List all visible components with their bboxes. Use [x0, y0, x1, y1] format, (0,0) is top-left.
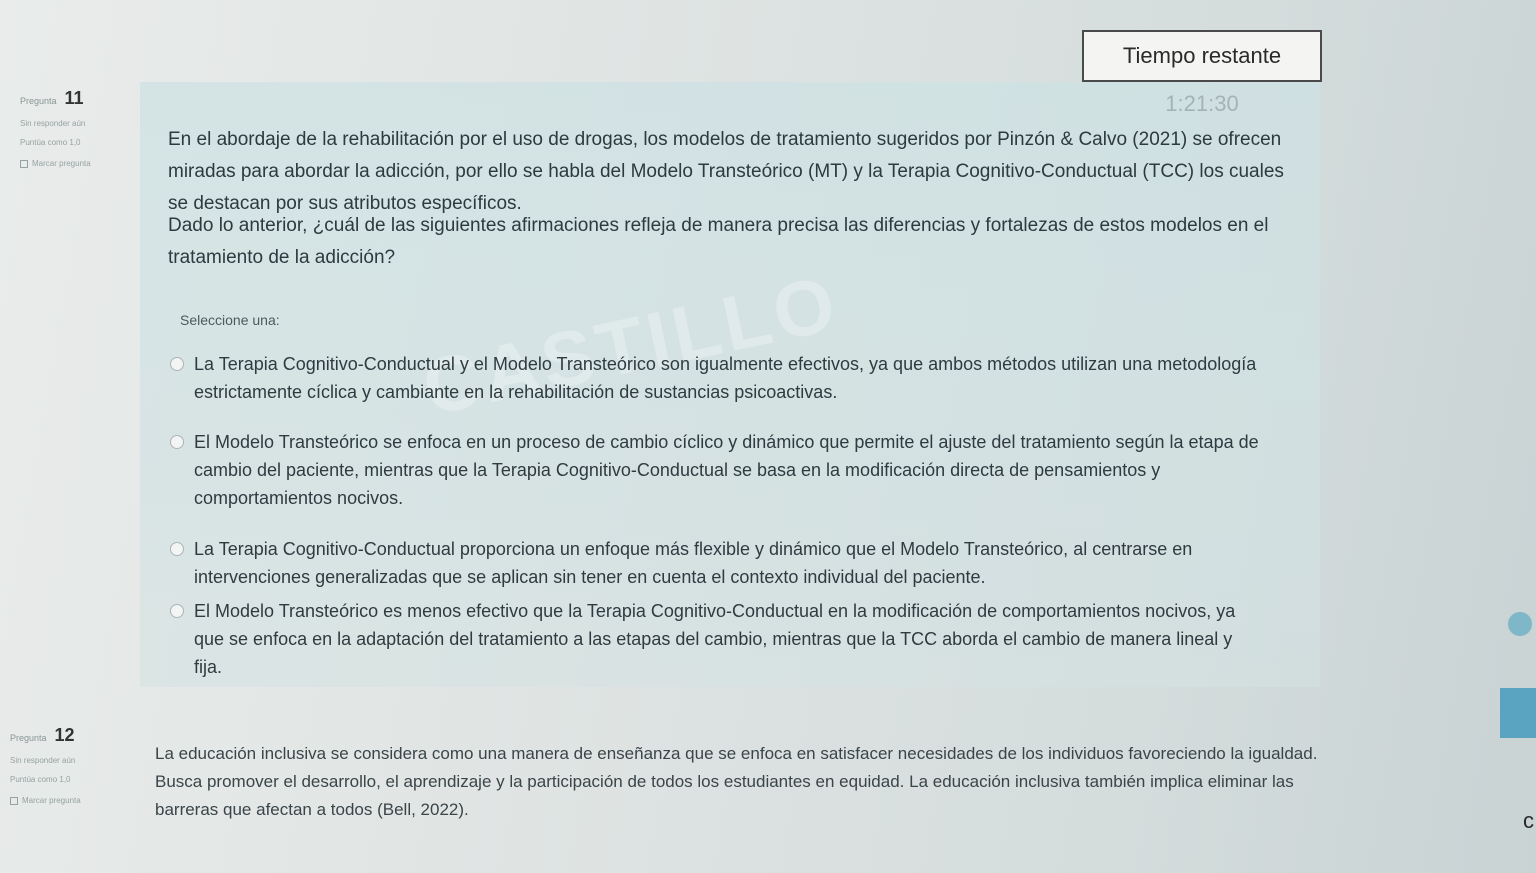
- partial-text-glyph: c: [1523, 808, 1534, 833]
- question-12-text: La educación inclusiva se considera como…: [155, 744, 1318, 819]
- question-text-intro: En el abordaje de la rehabilitación por …: [168, 129, 1284, 214]
- answer-option-c[interactable]: La Terapia Cognitivo-Conductual proporci…: [170, 535, 1260, 591]
- radio-button[interactable]: [170, 357, 184, 371]
- quiz-page: Tiempo restante 1:21:30 Pregunta 11 Sin …: [0, 0, 1536, 873]
- question-info-11: Pregunta 11 Sin responder aún Puntúa com…: [20, 88, 150, 168]
- answer-option-text: El Modelo Transteórico se enfoca en un p…: [194, 432, 1259, 508]
- answer-option-text: La Terapia Cognitivo-Conductual proporci…: [194, 539, 1193, 587]
- question-text-prompt: Dado lo anterior, ¿cuál de las siguiente…: [168, 215, 1269, 268]
- radio-button[interactable]: [170, 435, 184, 449]
- answer-option-text: La Terapia Cognitivo-Conductual y el Mod…: [194, 354, 1257, 402]
- answer-option-d[interactable]: El Modelo Transteórico es menos efectivo…: [170, 597, 1260, 681]
- question-score: Puntúa como 1,0: [10, 775, 71, 784]
- radio-button[interactable]: [170, 542, 184, 556]
- question-number: 12: [54, 725, 75, 745]
- question-status: Sin responder aún: [20, 119, 86, 128]
- flag-question-label: Marcar pregunta: [32, 159, 91, 168]
- flag-question-link[interactable]: Marcar pregunta: [10, 796, 140, 805]
- chat-bubble-icon[interactable]: [1508, 612, 1532, 636]
- question-info-12: Pregunta 12 Sin responder aún Puntúa com…: [10, 725, 140, 805]
- question-label: Pregunta: [20, 96, 57, 106]
- question-number: 11: [64, 88, 84, 108]
- select-one-label: Seleccione una:: [180, 312, 280, 328]
- time-remaining: Tiempo restante 1:21:30: [1082, 30, 1322, 116]
- flag-icon: [20, 159, 28, 168]
- flag-question-link[interactable]: Marcar pregunta: [20, 159, 150, 168]
- flag-icon: [10, 796, 18, 805]
- answer-option-a[interactable]: La Terapia Cognitivo-Conductual y el Mod…: [170, 350, 1260, 406]
- side-panel-tab[interactable]: [1500, 688, 1536, 738]
- flag-question-label: Marcar pregunta: [22, 796, 81, 805]
- question-status: Sin responder aún: [10, 756, 76, 765]
- question-score: Puntúa como 1,0: [20, 138, 81, 147]
- answer-option-text: El Modelo Transteórico es menos efectivo…: [194, 601, 1236, 677]
- radio-button[interactable]: [170, 604, 184, 618]
- answer-option-b[interactable]: El Modelo Transteórico se enfoca en un p…: [170, 428, 1260, 512]
- question-label: Pregunta: [10, 733, 47, 743]
